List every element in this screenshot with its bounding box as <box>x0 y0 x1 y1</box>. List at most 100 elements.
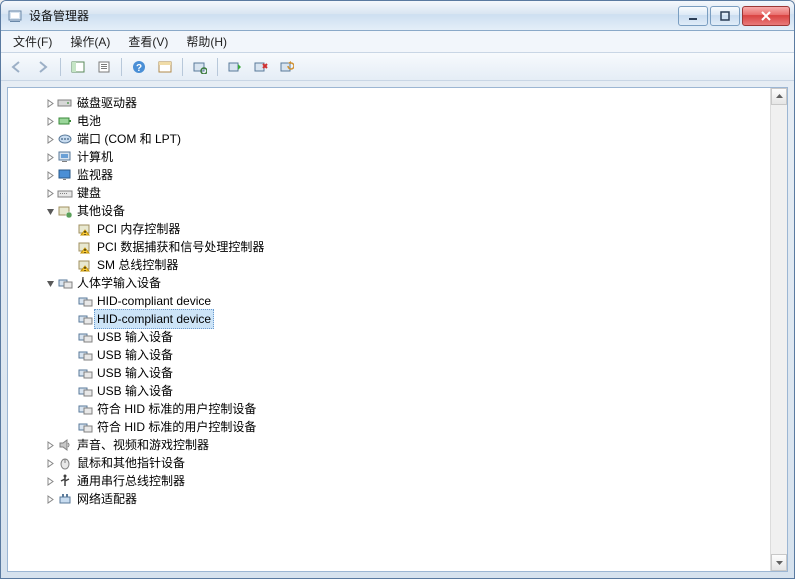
tree-node-label[interactable]: USB 输入设备 <box>94 382 176 400</box>
device-tree[interactable]: 磁盘驱动器电池端口 (COM 和 LPT)计算机监视器键盘其他设备PCI 内存控… <box>8 88 770 571</box>
details-button[interactable] <box>153 56 177 78</box>
tree-node-label[interactable]: USB 输入设备 <box>94 328 176 346</box>
tree-node-label[interactable]: 监视器 <box>74 166 116 184</box>
warning-device-icon <box>76 258 94 272</box>
tree-node-label[interactable]: 磁盘驱动器 <box>74 94 140 112</box>
tree-node-label[interactable]: 符合 HID 标准的用户控制设备 <box>94 418 259 436</box>
computer-icon <box>56 150 74 164</box>
port-icon <box>56 132 74 146</box>
scroll-track[interactable] <box>771 105 787 554</box>
sound-icon <box>56 438 74 452</box>
expand-icon[interactable] <box>44 459 56 468</box>
tree-node[interactable]: USB 输入设备 <box>10 364 768 382</box>
forward-button[interactable] <box>31 56 55 78</box>
tree-node-label[interactable]: 通用串行总线控制器 <box>74 472 188 490</box>
app-icon <box>7 8 23 24</box>
scan-button[interactable] <box>188 56 212 78</box>
hid-device-icon <box>76 312 94 326</box>
tree-node[interactable]: 符合 HID 标准的用户控制设备 <box>10 418 768 436</box>
show-tree-button[interactable] <box>66 56 90 78</box>
hid-device-icon <box>76 420 94 434</box>
tree-node-label[interactable]: 其他设备 <box>74 202 128 220</box>
tree-node[interactable]: PCI 数据捕获和信号处理控制器 <box>10 238 768 256</box>
expand-icon[interactable] <box>44 189 56 198</box>
tree-node-label[interactable]: 声音、视频和游戏控制器 <box>74 436 212 454</box>
hid-device-icon <box>76 402 94 416</box>
tree-node-label[interactable]: 鼠标和其他指针设备 <box>74 454 188 472</box>
collapse-icon[interactable] <box>44 207 56 216</box>
tree-node-label[interactable]: USB 输入设备 <box>94 364 176 382</box>
tree-node-label[interactable]: 端口 (COM 和 LPT) <box>74 130 184 148</box>
menu-file[interactable]: 文件(F) <box>5 31 60 52</box>
scroll-up-button[interactable] <box>771 88 787 105</box>
tree-node-label[interactable]: 电池 <box>74 112 104 130</box>
network-icon <box>56 492 74 506</box>
tree-node-label[interactable]: 人体学输入设备 <box>74 274 164 292</box>
maximize-button[interactable] <box>710 6 740 26</box>
tree-node[interactable]: USB 输入设备 <box>10 346 768 364</box>
uninstall-button[interactable] <box>249 56 273 78</box>
tree-node[interactable]: 声音、视频和游戏控制器 <box>10 436 768 454</box>
expand-icon[interactable] <box>44 495 56 504</box>
tree-node[interactable]: USB 输入设备 <box>10 382 768 400</box>
expand-icon[interactable] <box>44 441 56 450</box>
expand-icon[interactable] <box>44 153 56 162</box>
tree-node[interactable]: USB 输入设备 <box>10 328 768 346</box>
expand-icon[interactable] <box>44 135 56 144</box>
vertical-scrollbar[interactable] <box>770 88 787 571</box>
help-button[interactable]: ? <box>127 56 151 78</box>
enable-button[interactable] <box>223 56 247 78</box>
hid-device-icon <box>76 348 94 362</box>
tree-node[interactable]: HID-compliant device <box>10 292 768 310</box>
svg-text:?: ? <box>136 63 142 74</box>
tree-node[interactable]: 鼠标和其他指针设备 <box>10 454 768 472</box>
hid-device-icon <box>76 294 94 308</box>
other-devices-icon <box>56 204 74 218</box>
menu-view[interactable]: 查看(V) <box>120 31 176 52</box>
expand-icon[interactable] <box>44 171 56 180</box>
collapse-icon[interactable] <box>44 279 56 288</box>
update-driver-button[interactable] <box>275 56 299 78</box>
hid-device-icon <box>76 366 94 380</box>
tree-node[interactable]: 磁盘驱动器 <box>10 94 768 112</box>
tree-node[interactable]: HID-compliant device <box>10 310 768 328</box>
tree-node[interactable]: 监视器 <box>10 166 768 184</box>
tree-node[interactable]: 其他设备 <box>10 202 768 220</box>
tree-node[interactable]: 通用串行总线控制器 <box>10 472 768 490</box>
tree-node[interactable]: SM 总线控制器 <box>10 256 768 274</box>
tree-node-label[interactable]: PCI 数据捕获和信号处理控制器 <box>94 238 267 256</box>
tree-node[interactable]: 电池 <box>10 112 768 130</box>
tree-node-label[interactable]: SM 总线控制器 <box>94 256 181 274</box>
tree-node[interactable]: 网络适配器 <box>10 490 768 508</box>
tree-node-label[interactable]: 符合 HID 标准的用户控制设备 <box>94 400 259 418</box>
tree-node-label[interactable]: 键盘 <box>74 184 104 202</box>
expand-icon[interactable] <box>44 99 56 108</box>
tree-node[interactable]: 符合 HID 标准的用户控制设备 <box>10 400 768 418</box>
properties-button[interactable] <box>92 56 116 78</box>
tree-node-label[interactable]: PCI 内存控制器 <box>94 220 183 238</box>
tree-node[interactable]: 人体学输入设备 <box>10 274 768 292</box>
scroll-down-button[interactable] <box>771 554 787 571</box>
tree-node-label[interactable]: 网络适配器 <box>74 490 140 508</box>
tree-node[interactable]: 键盘 <box>10 184 768 202</box>
tree-node-label[interactable]: HID-compliant device <box>94 292 214 310</box>
tree-node[interactable]: 计算机 <box>10 148 768 166</box>
menu-action[interactable]: 操作(A) <box>62 31 118 52</box>
tree-node-label[interactable]: USB 输入设备 <box>94 346 176 364</box>
toolbar: ? <box>1 53 794 81</box>
tree-node[interactable]: PCI 内存控制器 <box>10 220 768 238</box>
content-area: 磁盘驱动器电池端口 (COM 和 LPT)计算机监视器键盘其他设备PCI 内存控… <box>7 87 788 572</box>
menu-help[interactable]: 帮助(H) <box>178 31 235 52</box>
tree-node[interactable]: 端口 (COM 和 LPT) <box>10 130 768 148</box>
minimize-button[interactable] <box>678 6 708 26</box>
expand-icon[interactable] <box>44 477 56 486</box>
back-button[interactable] <box>5 56 29 78</box>
expand-icon[interactable] <box>44 117 56 126</box>
keyboard-icon <box>56 186 74 200</box>
close-button[interactable] <box>742 6 790 26</box>
hid-category-icon <box>56 276 74 290</box>
tree-node-label[interactable]: HID-compliant device <box>94 309 214 329</box>
tree-node-label[interactable]: 计算机 <box>74 148 116 166</box>
window-title: 设备管理器 <box>29 7 89 24</box>
mouse-icon <box>56 456 74 470</box>
